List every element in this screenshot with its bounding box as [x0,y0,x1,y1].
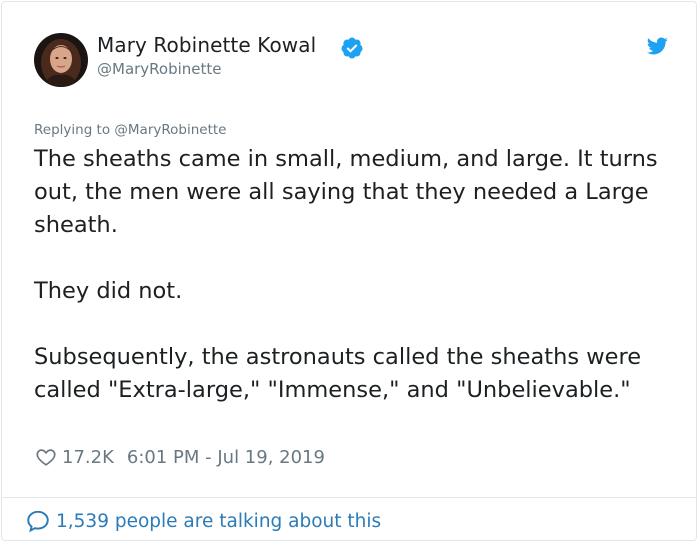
avatar-image [34,33,88,87]
author-handle[interactable]: @MaryRobinette [97,60,222,78]
like-count[interactable]: 17.2K [62,447,114,468]
talking-about-label[interactable]: 1,539 people are talking about this [56,511,381,532]
tweet-meta: 17.2K 6:01 PM - Jul 19, 2019 [35,445,325,469]
heart-icon[interactable] [35,446,57,468]
talking-about-link[interactable]: 1,539 people are talking about this [25,508,381,534]
timestamp[interactable]: 6:01 PM - Jul 19, 2019 [127,447,325,468]
tweet-paragraph: They did not. [34,278,183,304]
replying-to-label[interactable]: Replying to @MaryRobinette [34,122,226,138]
verified-badge-icon [341,37,363,59]
speech-bubble-icon [27,510,49,533]
embedded-tweet-card: Mary Robinette Kowal @MaryRobinette Repl… [1,1,697,541]
tweet-paragraph: The sheaths came in small, medium, and l… [34,146,658,238]
tweet-paragraph: Subsequently, the astronauts called the … [34,344,642,403]
twitter-bird-icon[interactable] [645,35,669,57]
author-name[interactable]: Mary Robinette Kowal [97,33,316,57]
divider [2,497,696,498]
avatar[interactable] [34,33,88,87]
tweet-text: The sheaths came in small, medium, and l… [34,143,684,440]
